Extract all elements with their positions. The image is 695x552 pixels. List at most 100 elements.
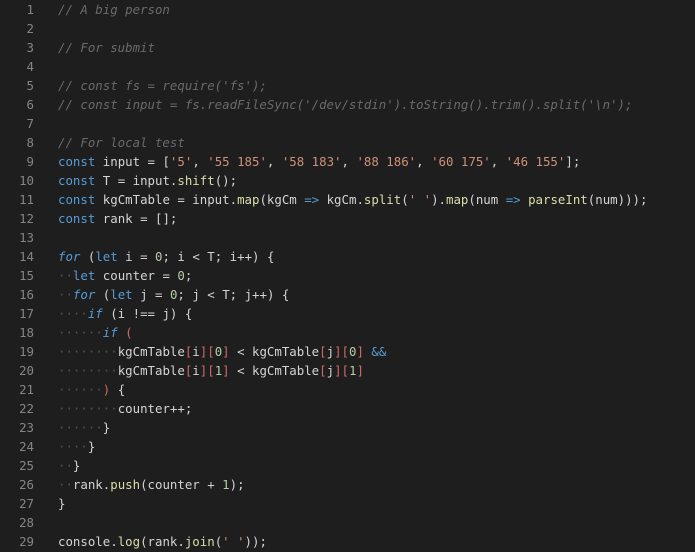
code-line[interactable]: 20 ········kgCmTable[i][1] < kgCmTable[j]… xyxy=(0,361,695,380)
code-text[interactable]: ··let counter = 0; xyxy=(34,266,192,285)
code-editor[interactable]: 1// A big person 2 3// For submit 4 5// cons… xyxy=(0,0,695,552)
operator-token: ++ xyxy=(237,249,253,264)
ident-token: rank. xyxy=(72,477,111,492)
keyword-token: => xyxy=(505,192,521,207)
code-line[interactable]: 23 ······} xyxy=(0,418,695,437)
code-text[interactable]: // const fs = require('fs'); xyxy=(34,76,267,95)
punct-token: , xyxy=(490,154,506,169)
code-line[interactable]: 9 const input = ['5', '55 185', '58 183',… xyxy=(0,152,695,171)
punct-token: ; xyxy=(184,268,193,283)
code-line[interactable]: 14 for (let i = 0; i < T; i++) { xyxy=(0,247,695,266)
number-token: 0 xyxy=(177,268,185,283)
ident-token: input xyxy=(95,154,148,169)
whitespace-token: ···· xyxy=(58,439,88,454)
line-number: 26 xyxy=(19,477,34,492)
line-number: 5 xyxy=(26,78,34,93)
whitespace-token: ······ xyxy=(58,325,103,340)
code-line[interactable]: 6 // const input = fs.readFileSync('/dev/… xyxy=(0,95,695,114)
line-number: 24 xyxy=(19,439,34,454)
ident-token: < kgCmTable xyxy=(229,344,320,359)
punct-token: ]; xyxy=(565,154,581,169)
control-token: if xyxy=(87,306,103,321)
punct-token: } xyxy=(87,439,96,454)
code-text[interactable]: console.log(rank.join(' ')); xyxy=(34,532,267,551)
code-text[interactable]: ········kgCmTable[i][1] < kgCmTable[j][1… xyxy=(34,361,364,380)
code-line[interactable]: 16 ··for (let j = 0; j < T; j++) { xyxy=(0,285,695,304)
code-line[interactable]: 27} xyxy=(0,494,695,513)
line-number: 14 xyxy=(19,249,34,264)
code-text[interactable] xyxy=(34,513,58,532)
operator-token: !== xyxy=(132,306,155,321)
punct-token: } xyxy=(72,458,81,473)
code-text[interactable]: // const input = fs.readFileSync('/dev/s… xyxy=(34,95,632,114)
string-token: '5' xyxy=(169,154,193,169)
code-line[interactable]: 28 xyxy=(0,513,695,532)
code-line[interactable]: 4 xyxy=(0,57,695,76)
code-line[interactable]: 8 // For local test xyxy=(0,133,695,152)
code-text[interactable]: ······) { xyxy=(34,380,125,399)
code-line[interactable]: 5 // const fs = require('fs'); xyxy=(0,76,695,95)
code-text[interactable]: // For local test xyxy=(34,133,185,152)
code-text[interactable]: } xyxy=(34,494,65,513)
code-line[interactable]: 2 xyxy=(0,19,695,38)
code-line[interactable]: 29 console.log(rank.join(' ')); xyxy=(0,532,695,551)
code-text[interactable]: ····} xyxy=(34,437,95,456)
punct-token: T; i xyxy=(199,249,238,264)
code-text[interactable]: ··} xyxy=(34,456,80,475)
ident-token: rank xyxy=(95,211,141,226)
code-line[interactable]: 18 ······if ( xyxy=(0,323,695,342)
code-text[interactable]: const kgCmTable = input.map(kgCm => kgCm… xyxy=(34,190,647,209)
code-line[interactable]: 22 ········counter++; xyxy=(0,399,695,418)
whitespace-token: ········ xyxy=(58,363,118,378)
code-text[interactable]: const T = input.shift(); xyxy=(34,171,237,190)
ident-token: console xyxy=(58,534,111,549)
string-token: ' ' xyxy=(408,192,432,207)
bracket-token: ] xyxy=(222,363,230,378)
comment-token: // For submit xyxy=(58,40,155,55)
code-text[interactable]: // A big person xyxy=(34,0,170,19)
code-text[interactable]: ······if ( xyxy=(34,323,133,342)
operator-token: = xyxy=(140,249,148,264)
method-token: shift xyxy=(177,173,215,188)
code-line[interactable]: 24 ····} xyxy=(0,437,695,456)
code-text[interactable]: ········counter++; xyxy=(34,399,192,418)
line-number: 13 xyxy=(19,230,34,245)
code-text[interactable]: ····if (i !== j) { xyxy=(34,304,192,323)
code-text[interactable]: ··rank.push(counter + 1); xyxy=(34,475,245,494)
punct-token xyxy=(521,192,528,207)
punct-token: , xyxy=(266,154,282,169)
code-line[interactable]: 25 ··} xyxy=(0,456,695,475)
code-line[interactable]: 10 const T = input.shift(); xyxy=(0,171,695,190)
code-text[interactable] xyxy=(34,114,58,133)
code-line[interactable]: 26 ··rank.push(counter + 1); xyxy=(0,475,695,494)
code-text[interactable]: for (let i = 0; i < T; i++) { xyxy=(34,247,274,266)
code-text[interactable]: ······} xyxy=(34,418,110,437)
code-line[interactable]: 11 const kgCmTable = input.map(kgCm => kg… xyxy=(0,190,695,209)
code-line[interactable]: 1 // A big person xyxy=(0,0,695,19)
line-number: 29 xyxy=(19,534,34,549)
ident-token: input. xyxy=(125,173,178,188)
code-text[interactable]: ········kgCmTable[i][0] < kgCmTable[j][0… xyxy=(34,342,386,361)
code-text[interactable]: const input = ['5', '55 185', '58 183', … xyxy=(34,152,580,171)
code-line[interactable]: 15 ··let counter = 0; xyxy=(0,266,695,285)
punct-token: } xyxy=(58,496,66,511)
whitespace-token: ········ xyxy=(58,401,118,416)
code-line[interactable]: 17 ····if (i !== j) { xyxy=(0,304,695,323)
operator-token: = xyxy=(147,154,155,169)
code-line[interactable]: 13 xyxy=(0,228,695,247)
code-line[interactable]: 19 ········kgCmTable[i][0] < kgCmTable[j]… xyxy=(0,342,695,361)
code-text[interactable]: const rank = []; xyxy=(34,209,177,228)
line-number: 10 xyxy=(19,173,34,188)
code-text[interactable] xyxy=(34,19,58,38)
code-line[interactable]: 7 xyxy=(0,114,695,133)
code-line[interactable]: 3 // For submit xyxy=(0,38,695,57)
code-line[interactable]: 12 const rank = []; xyxy=(0,209,695,228)
bracket-token: [ xyxy=(319,344,327,359)
punct-token: ; j xyxy=(177,287,208,302)
code-text[interactable]: // For submit xyxy=(34,38,155,57)
code-text[interactable]: ··for (let j = 0; j < T; j++) { xyxy=(34,285,289,304)
code-text[interactable] xyxy=(34,228,58,247)
punct-token: ; i xyxy=(162,249,193,264)
code-text[interactable] xyxy=(34,57,58,76)
code-line[interactable]: 21 ······) { xyxy=(0,380,695,399)
